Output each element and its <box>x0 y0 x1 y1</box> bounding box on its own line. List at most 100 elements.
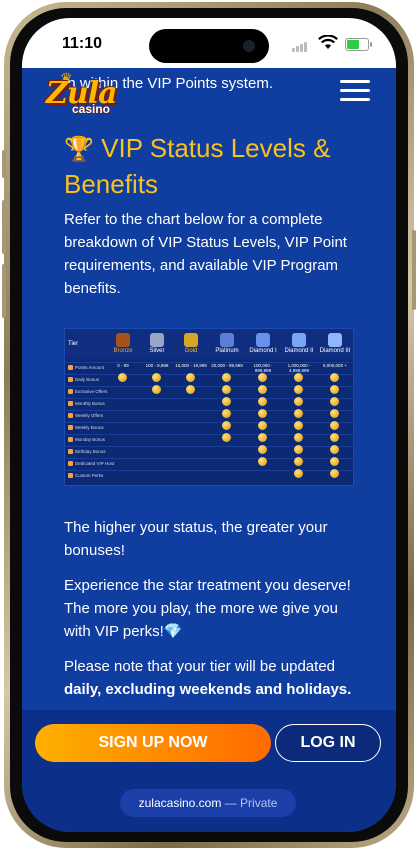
benefit-coin-icon <box>330 385 339 394</box>
chart-gridline <box>65 398 353 399</box>
benefit-coin-icon <box>118 373 127 382</box>
benefit-coin-icon <box>294 433 303 442</box>
chart-gridline <box>65 446 353 447</box>
benefit-coin-icon <box>330 409 339 418</box>
tier-points-requirement: 10,000 - 19,999 <box>175 363 207 368</box>
chart-gridline <box>65 410 353 411</box>
benefit-icon <box>68 413 73 419</box>
tier-column-2: Silver <box>139 333 175 354</box>
benefit-coin-icon <box>294 421 303 430</box>
tier-column-7: Diamond III <box>317 333 353 354</box>
trophy-icon: 🏆 <box>64 136 94 163</box>
paragraph-tier-update: Please note that your tier will be updat… <box>64 655 364 701</box>
benefit-coin-icon <box>294 385 303 394</box>
benefit-icon <box>68 437 73 443</box>
status-time: 11:10 <box>62 35 103 52</box>
tier-points-requirement: 0 - 99 <box>117 363 129 368</box>
tier-points-requirement: 1,000,000 - 4,999,999 <box>287 363 311 373</box>
benefit-icon <box>68 473 73 479</box>
benefit-row-label: Dedicated VIP Host <box>68 461 114 467</box>
benefit-row-label: Birthday Bonus <box>68 449 106 455</box>
benefit-coin-icon <box>330 445 339 454</box>
tier-column-4: Platinum <box>209 333 245 354</box>
section-intro: Refer to the chart below for a complete … <box>64 211 347 297</box>
power-button <box>412 230 416 310</box>
tier-badge-icon <box>150 333 164 347</box>
mute-switch <box>2 150 6 178</box>
log-in-button[interactable]: LOG IN <box>275 724 381 762</box>
benefit-coin-icon <box>258 433 267 442</box>
benefit-coin-icon <box>294 469 303 478</box>
benefit-coin-icon <box>152 385 161 394</box>
benefit-coin-icon <box>222 433 231 442</box>
tier-points-requirement: 5,000,000 + <box>323 363 347 368</box>
chart-gridline <box>65 362 353 363</box>
benefit-row-label: Monday Bonus <box>68 437 106 443</box>
benefit-row-label: Daily Bonus <box>68 377 100 383</box>
zula-casino-logo[interactable]: ♛ Zula casino <box>46 70 142 116</box>
tier-column-6: Diamond II <box>281 333 317 354</box>
benefit-coin-icon <box>330 397 339 406</box>
benefit-coin-icon <box>258 421 267 430</box>
tier-header-label: Tier <box>68 341 79 347</box>
url-domain: zulacasino.com <box>138 796 222 810</box>
benefit-coin-icon <box>330 457 339 466</box>
benefit-row-label: Points Amount <box>68 365 105 371</box>
sign-up-button[interactable]: SIGN UP NOW <box>35 724 271 762</box>
tier-badge-icon <box>116 333 130 347</box>
benefit-coin-icon <box>186 385 195 394</box>
benefit-icon <box>68 449 73 455</box>
benefit-row-text: Weekly Offers <box>75 413 104 418</box>
benefit-coin-icon <box>294 397 303 406</box>
private-mode-label: — Private <box>224 796 278 810</box>
benefit-row-text: Monday Bonus <box>75 437 106 442</box>
benefit-coin-icon <box>330 469 339 478</box>
benefit-row-text: Weekly Bonus <box>75 425 104 430</box>
tier-points-requirement: 100,000 - 999,999 <box>253 363 273 373</box>
tier-column-1: Bronze <box>105 333 141 354</box>
status-bar: 11:10 <box>22 18 396 68</box>
benefit-coin-icon <box>222 397 231 406</box>
tier-points-requirement: 20,000 - 99,999 <box>211 363 243 368</box>
benefit-row-text: Points Amount <box>75 365 105 370</box>
volume-up-button <box>2 200 6 254</box>
benefit-coin-icon <box>294 457 303 466</box>
benefit-coin-icon <box>258 457 267 466</box>
chart-gridline <box>65 470 353 471</box>
benefit-icon <box>68 365 73 371</box>
tier-column-3: Gold <box>173 333 209 354</box>
phone-screen: existing VIP Status Level as their start… <box>22 18 396 832</box>
battery-charging-icon <box>345 38 372 51</box>
benefit-row-label: Monthly Bonus <box>68 401 105 407</box>
browser-address-bar[interactable]: zulacasino.com — Private <box>120 789 296 817</box>
benefit-coin-icon <box>186 373 195 382</box>
tier-badge-icon <box>292 333 306 347</box>
benefit-row-text: Birthday Bonus <box>75 449 106 454</box>
tier-label: Diamond II <box>284 348 314 354</box>
benefit-coin-icon <box>222 385 231 394</box>
benefit-icon <box>68 389 73 395</box>
vip-benefits-chart: Tier Bronze 0 - 99 Silver 100 - 9,999 Gold 10… <box>64 328 354 486</box>
tier-update-normal: Please note that your tier will be updat… <box>64 658 336 675</box>
benefit-row-text: Daily Bonus <box>75 377 100 382</box>
benefit-icon <box>68 425 73 431</box>
volume-down-button <box>2 264 6 318</box>
benefit-row-text: Exclusive Offers <box>75 389 108 394</box>
hamburger-menu-icon[interactable] <box>340 80 370 102</box>
benefit-coin-icon <box>330 433 339 442</box>
benefit-coin-icon <box>294 445 303 454</box>
benefit-coin-icon <box>152 373 161 382</box>
tier-label: Diamond I <box>249 348 277 354</box>
tier-label: Silver <box>149 348 165 354</box>
benefit-row-label: Exclusive Offers <box>68 389 108 395</box>
benefit-coin-icon <box>258 445 267 454</box>
section-title: 🏆 VIP Status Levels & Benefits <box>64 131 364 201</box>
tier-badge-icon <box>328 333 342 347</box>
dynamic-island <box>149 29 269 63</box>
benefit-coin-icon <box>222 373 231 382</box>
benefit-row-text: Monthly Bonus <box>75 401 105 406</box>
benefit-coin-icon <box>222 409 231 418</box>
benefit-coin-icon <box>258 385 267 394</box>
paragraph-star-treatment: Experience the star treatment you deserv… <box>64 577 351 640</box>
benefit-coin-icon <box>330 373 339 382</box>
